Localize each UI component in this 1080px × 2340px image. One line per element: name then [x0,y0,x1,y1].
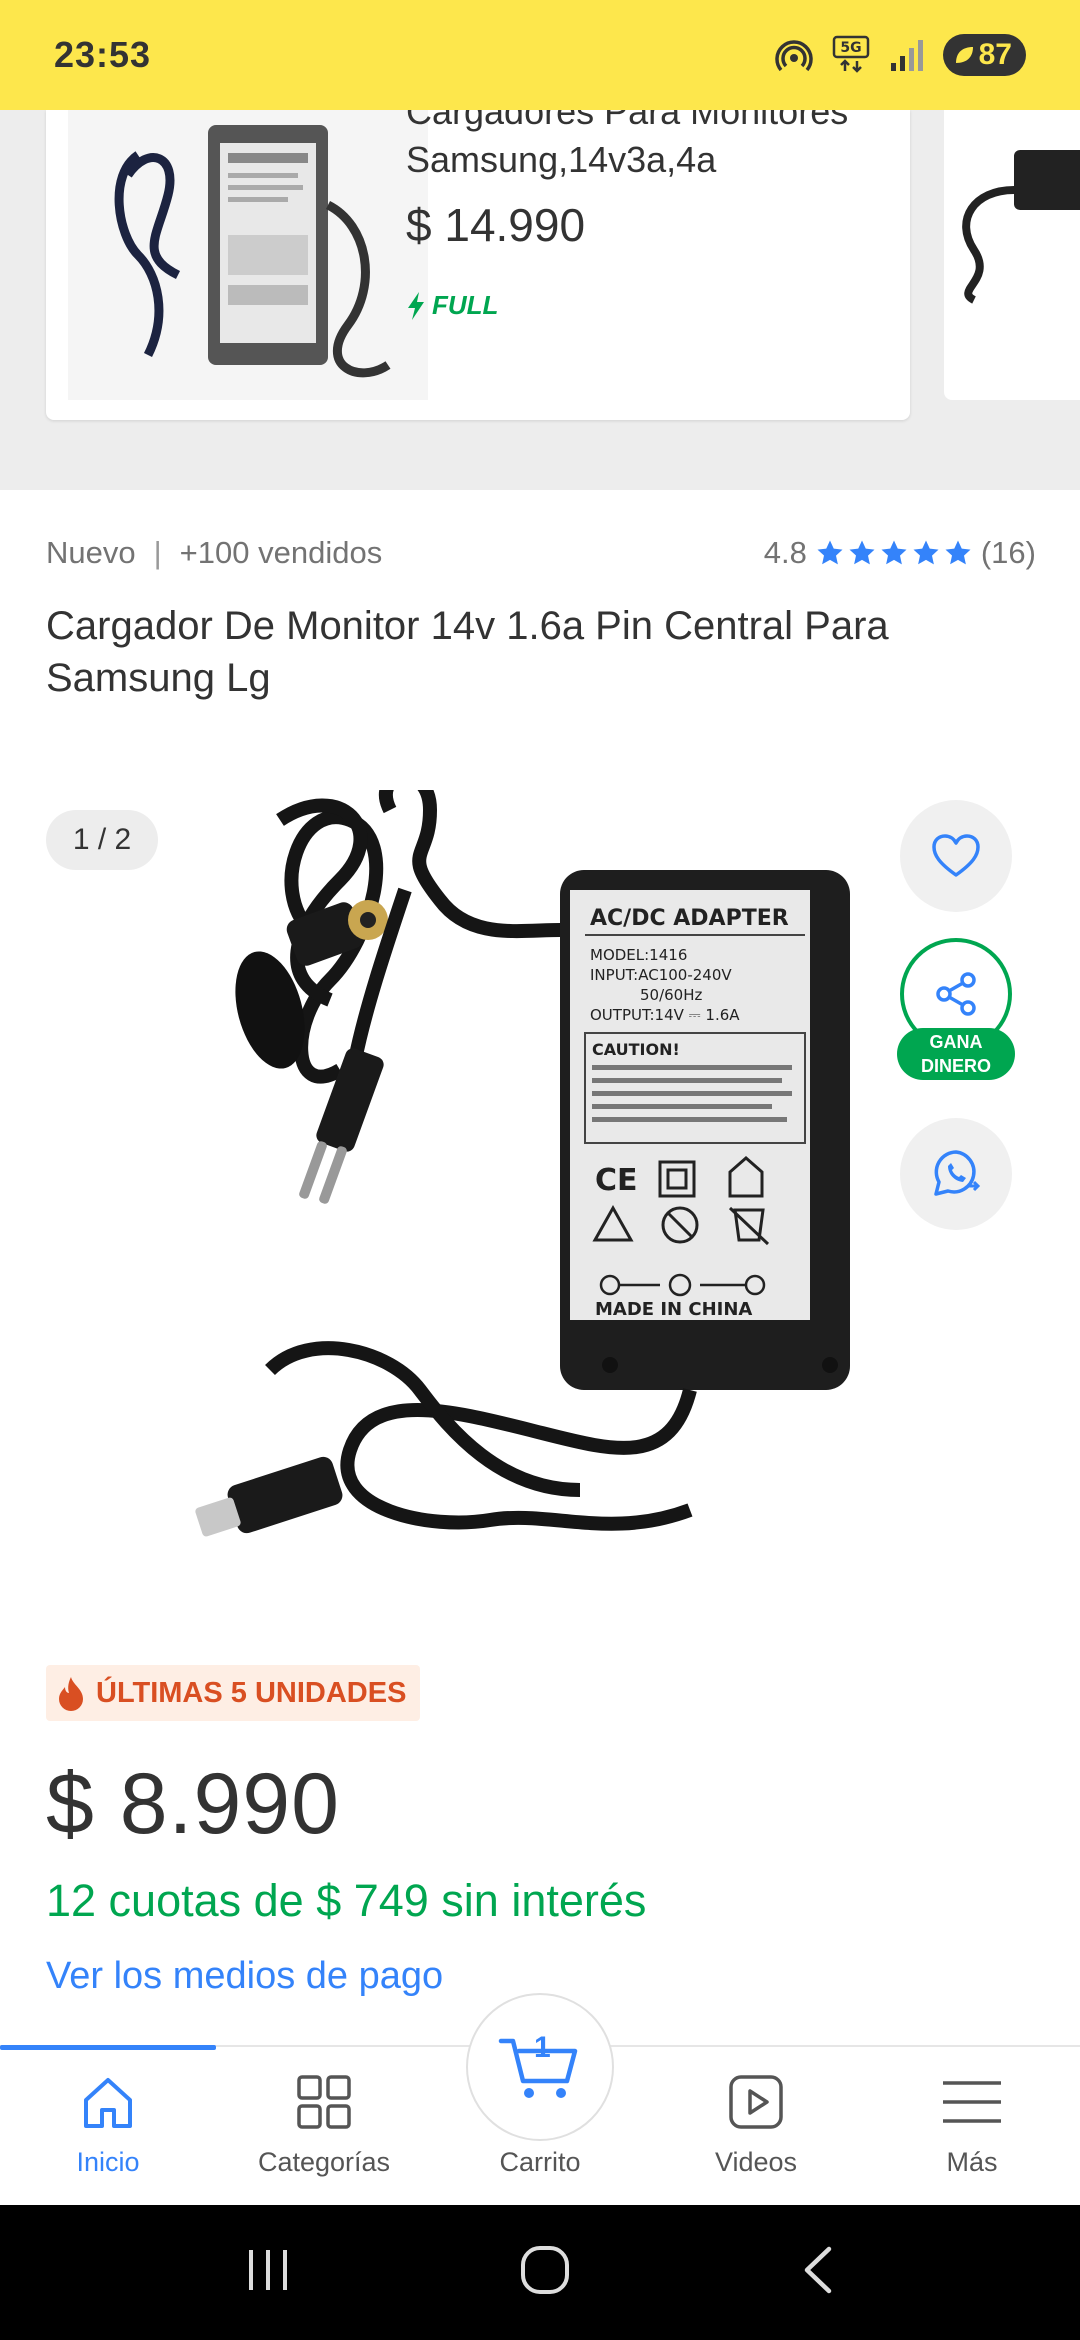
svg-text:OUTPUT:14V ⎓ 1.6A: OUTPUT:14V ⎓ 1.6A [590,1006,740,1024]
payment-methods-link[interactable]: Ver los medios de pago [46,1955,443,1998]
network-5g-icon: 5G [831,35,871,75]
active-tab-indicator [0,2045,216,2050]
nav-label: Más [946,2147,998,2177]
recommendation-image [68,110,428,400]
whatsapp-share-icon [934,1150,981,1196]
status-icons: 5G 87 [774,34,1026,76]
favorite-button[interactable] [900,800,1012,912]
whatsapp-share-button[interactable] [900,1118,1012,1230]
signal-icon [889,37,925,73]
rating-value: 4.8 [763,535,807,570]
battery-indicator: 87 [942,34,1026,76]
status-bar: 23:53 5G 87 [0,0,1080,110]
review-count: (16) [980,535,1036,570]
lightning-icon [408,291,424,320]
svg-text:CE: CE [595,1163,638,1198]
recent-apps-button[interactable] [243,2248,293,2297]
home-circle-icon [521,2246,569,2294]
back-button[interactable] [797,2245,837,2300]
full-label: FULL [432,290,499,320]
recommendation-card-next[interactable] [944,110,1080,400]
star-icon [817,540,843,565]
product-meta: Nuevo | +100 vendidos 4.8 (16) [46,535,1036,571]
product-condition: Nuevo [46,535,136,570]
leaf-icon [955,47,973,63]
flame-icon [59,1677,83,1711]
back-icon [804,2246,832,2294]
nav-item-inicio[interactable]: Inicio [0,2067,216,2178]
scarcity-label: ÚLTIMAS 5 UNIDADES [96,1676,407,1709]
product-rating[interactable]: 4.8 (16) [764,535,1036,571]
status-time: 23:53 [54,34,152,75]
home-icon [78,2067,138,2137]
product-gallery[interactable]: 1 / 2 AC/DC ADAPTER MODEL:1416 INPUT:AC1… [0,770,1080,1600]
nav-label: Inicio [76,2147,140,2177]
system-navigation-bar [0,2205,1080,2340]
earn-money-badge[interactable]: GANA DINERO [897,1028,1015,1080]
star-icon [945,540,971,565]
product-sold: +100 vendidos [179,535,383,570]
hotspot-icon [774,36,813,74]
heart-icon [932,834,980,877]
star-icon [881,540,907,565]
nav-label-carrito[interactable]: Carrito [432,2147,648,2178]
earn-label-line1: GANA [929,1032,983,1052]
nav-label: Categorías [257,2147,391,2177]
play-icon [726,2067,786,2137]
battery-level: 87 [978,38,1012,71]
star-icon [849,540,875,565]
recommendation-carousel[interactable]: Cargadores Para Monitores Samsung,14v3a,… [0,110,1080,490]
recommendation-title[interactable]: Cargadores Para Monitores Samsung,14v3a,… [406,110,886,184]
svg-text:MADE IN CHINA: MADE IN CHINA [595,1299,752,1320]
rating-stars [815,538,973,568]
svg-text:MODEL:1416: MODEL:1416 [590,946,687,964]
bottom-navigation: Inicio Categorías 1 Carrito Videos Más [0,1993,1080,2205]
svg-text:INPUT:AC100-240V: INPUT:AC100-240V [590,966,732,984]
nav-item-categorias[interactable]: Categorías [216,2067,432,2178]
svg-text:CAUTION!: CAUTION! [592,1040,680,1059]
nav-item-videos[interactable]: Videos [648,2067,864,2178]
star-icon [913,540,939,565]
product-image[interactable]: AC/DC ADAPTER MODEL:1416 INPUT:AC100-240… [190,790,910,1590]
cart-count: 1 [534,2031,551,2064]
installments-info: 12 cuotas de $ 749 sin interés [46,1875,647,1926]
product-title: Cargador De Monitor 14v 1.6a Pin Central… [46,604,889,700]
recommendation-card[interactable]: Cargadores Para Monitores Samsung,14v3a,… [46,110,910,420]
scarcity-badge: ÚLTIMAS 5 UNIDADES [46,1665,421,1721]
meta-separator: | [153,535,162,570]
recent-apps-icon [249,2250,287,2290]
home-button[interactable] [519,2244,571,2301]
nav-label: Videos [714,2147,798,2177]
menu-icon [941,2067,1003,2137]
svg-text:5G: 5G [840,40,861,56]
nav-item-carrito[interactable]: 1 [466,1993,614,2141]
share-icon [936,972,976,1016]
recommendation-price: $ 14.990 [406,199,586,251]
image-counter: 1 / 2 [46,810,158,870]
product-price: $ 8.990 [46,1756,340,1852]
svg-text:AC/DC ADAPTER: AC/DC ADAPTER [590,906,789,931]
full-shipping-badge: FULL [406,290,498,321]
svg-text:50/60Hz: 50/60Hz [640,986,703,1004]
earn-label-line2: DINERO [920,1056,991,1076]
grid-icon [294,2067,354,2137]
nav-item-mas[interactable]: Más [864,2067,1080,2178]
